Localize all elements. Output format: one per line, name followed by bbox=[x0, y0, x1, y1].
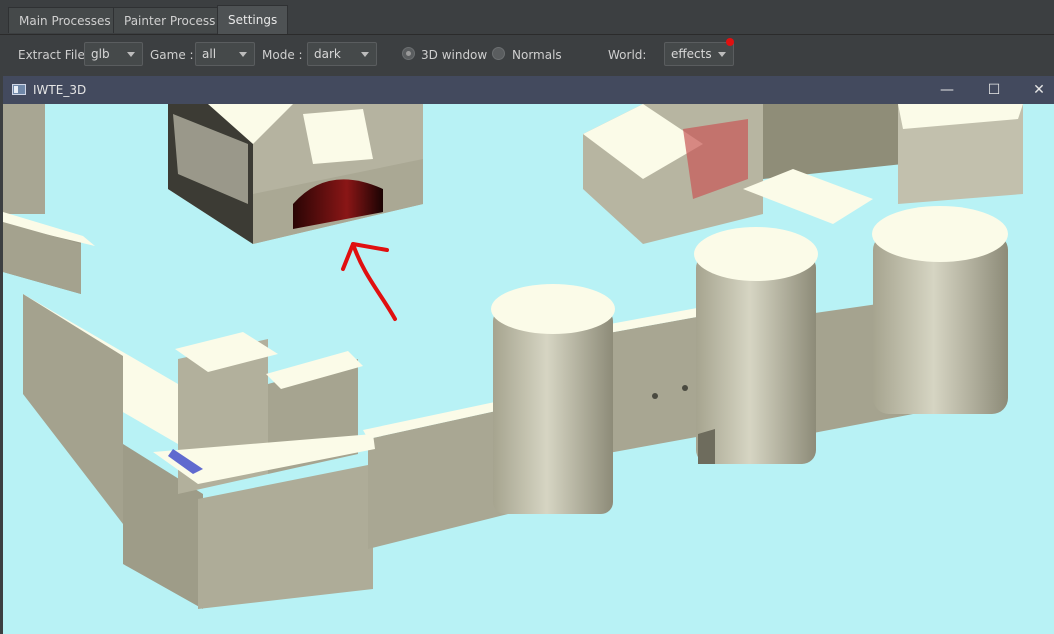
window-titlebar[interactable]: IWTE_3D — ☐ ✕ bbox=[3, 76, 1054, 104]
tab-settings[interactable]: Settings bbox=[217, 5, 289, 34]
gatehouse-building bbox=[168, 104, 423, 244]
radio-3d-window[interactable] bbox=[402, 47, 415, 60]
castle-scene bbox=[3, 104, 1023, 609]
extract-file-select[interactable]: glb bbox=[84, 42, 143, 66]
game-label: Game : bbox=[150, 48, 194, 62]
left-wall-fragment bbox=[3, 104, 95, 294]
chevron-down-icon bbox=[127, 52, 135, 57]
mode-label: Mode : bbox=[262, 48, 303, 62]
world-select[interactable]: effects bbox=[664, 42, 734, 66]
window-app-icon bbox=[12, 84, 26, 95]
window-title: IWTE_3D bbox=[33, 83, 87, 97]
3d-viewport[interactable] bbox=[3, 104, 1054, 634]
game-select[interactable]: all bbox=[195, 42, 255, 66]
tab-painter-process[interactable]: Painter Process bbox=[113, 7, 227, 33]
game-value: all bbox=[202, 47, 217, 61]
extract-file-label: Extract File bbox=[18, 48, 85, 62]
annotation-arrow bbox=[341, 242, 397, 321]
iwte-3d-window: IWTE_3D — ☐ ✕ bbox=[3, 76, 1054, 634]
settings-toolbar: Extract File glb Game : all Mode : dark … bbox=[0, 35, 1054, 75]
radio-3d-window-label[interactable]: 3D window bbox=[421, 48, 487, 62]
radio-normals-label[interactable]: Normals bbox=[512, 48, 562, 62]
chevron-down-icon bbox=[239, 52, 247, 57]
world-label: World: bbox=[608, 48, 647, 62]
extract-file-value: glb bbox=[91, 47, 110, 61]
round-tower-2 bbox=[694, 227, 818, 464]
world-value: effects bbox=[671, 47, 712, 61]
mode-select[interactable]: dark bbox=[307, 42, 377, 66]
tab-bar: Main Processes Painter Process Settings bbox=[0, 0, 1054, 35]
mode-value: dark bbox=[314, 47, 341, 61]
chevron-down-icon bbox=[361, 52, 369, 57]
notification-dot bbox=[726, 38, 734, 46]
maximize-button[interactable]: ☐ bbox=[972, 76, 1016, 104]
minimize-button[interactable]: — bbox=[925, 76, 969, 104]
tab-main-processes[interactable]: Main Processes bbox=[8, 7, 122, 33]
radio-normals[interactable] bbox=[492, 47, 505, 60]
close-button[interactable]: ✕ bbox=[1017, 76, 1054, 104]
round-tower-3 bbox=[872, 206, 1008, 414]
round-tower-1 bbox=[491, 284, 615, 514]
square-tower bbox=[153, 332, 375, 494]
chevron-down-icon bbox=[718, 52, 726, 57]
